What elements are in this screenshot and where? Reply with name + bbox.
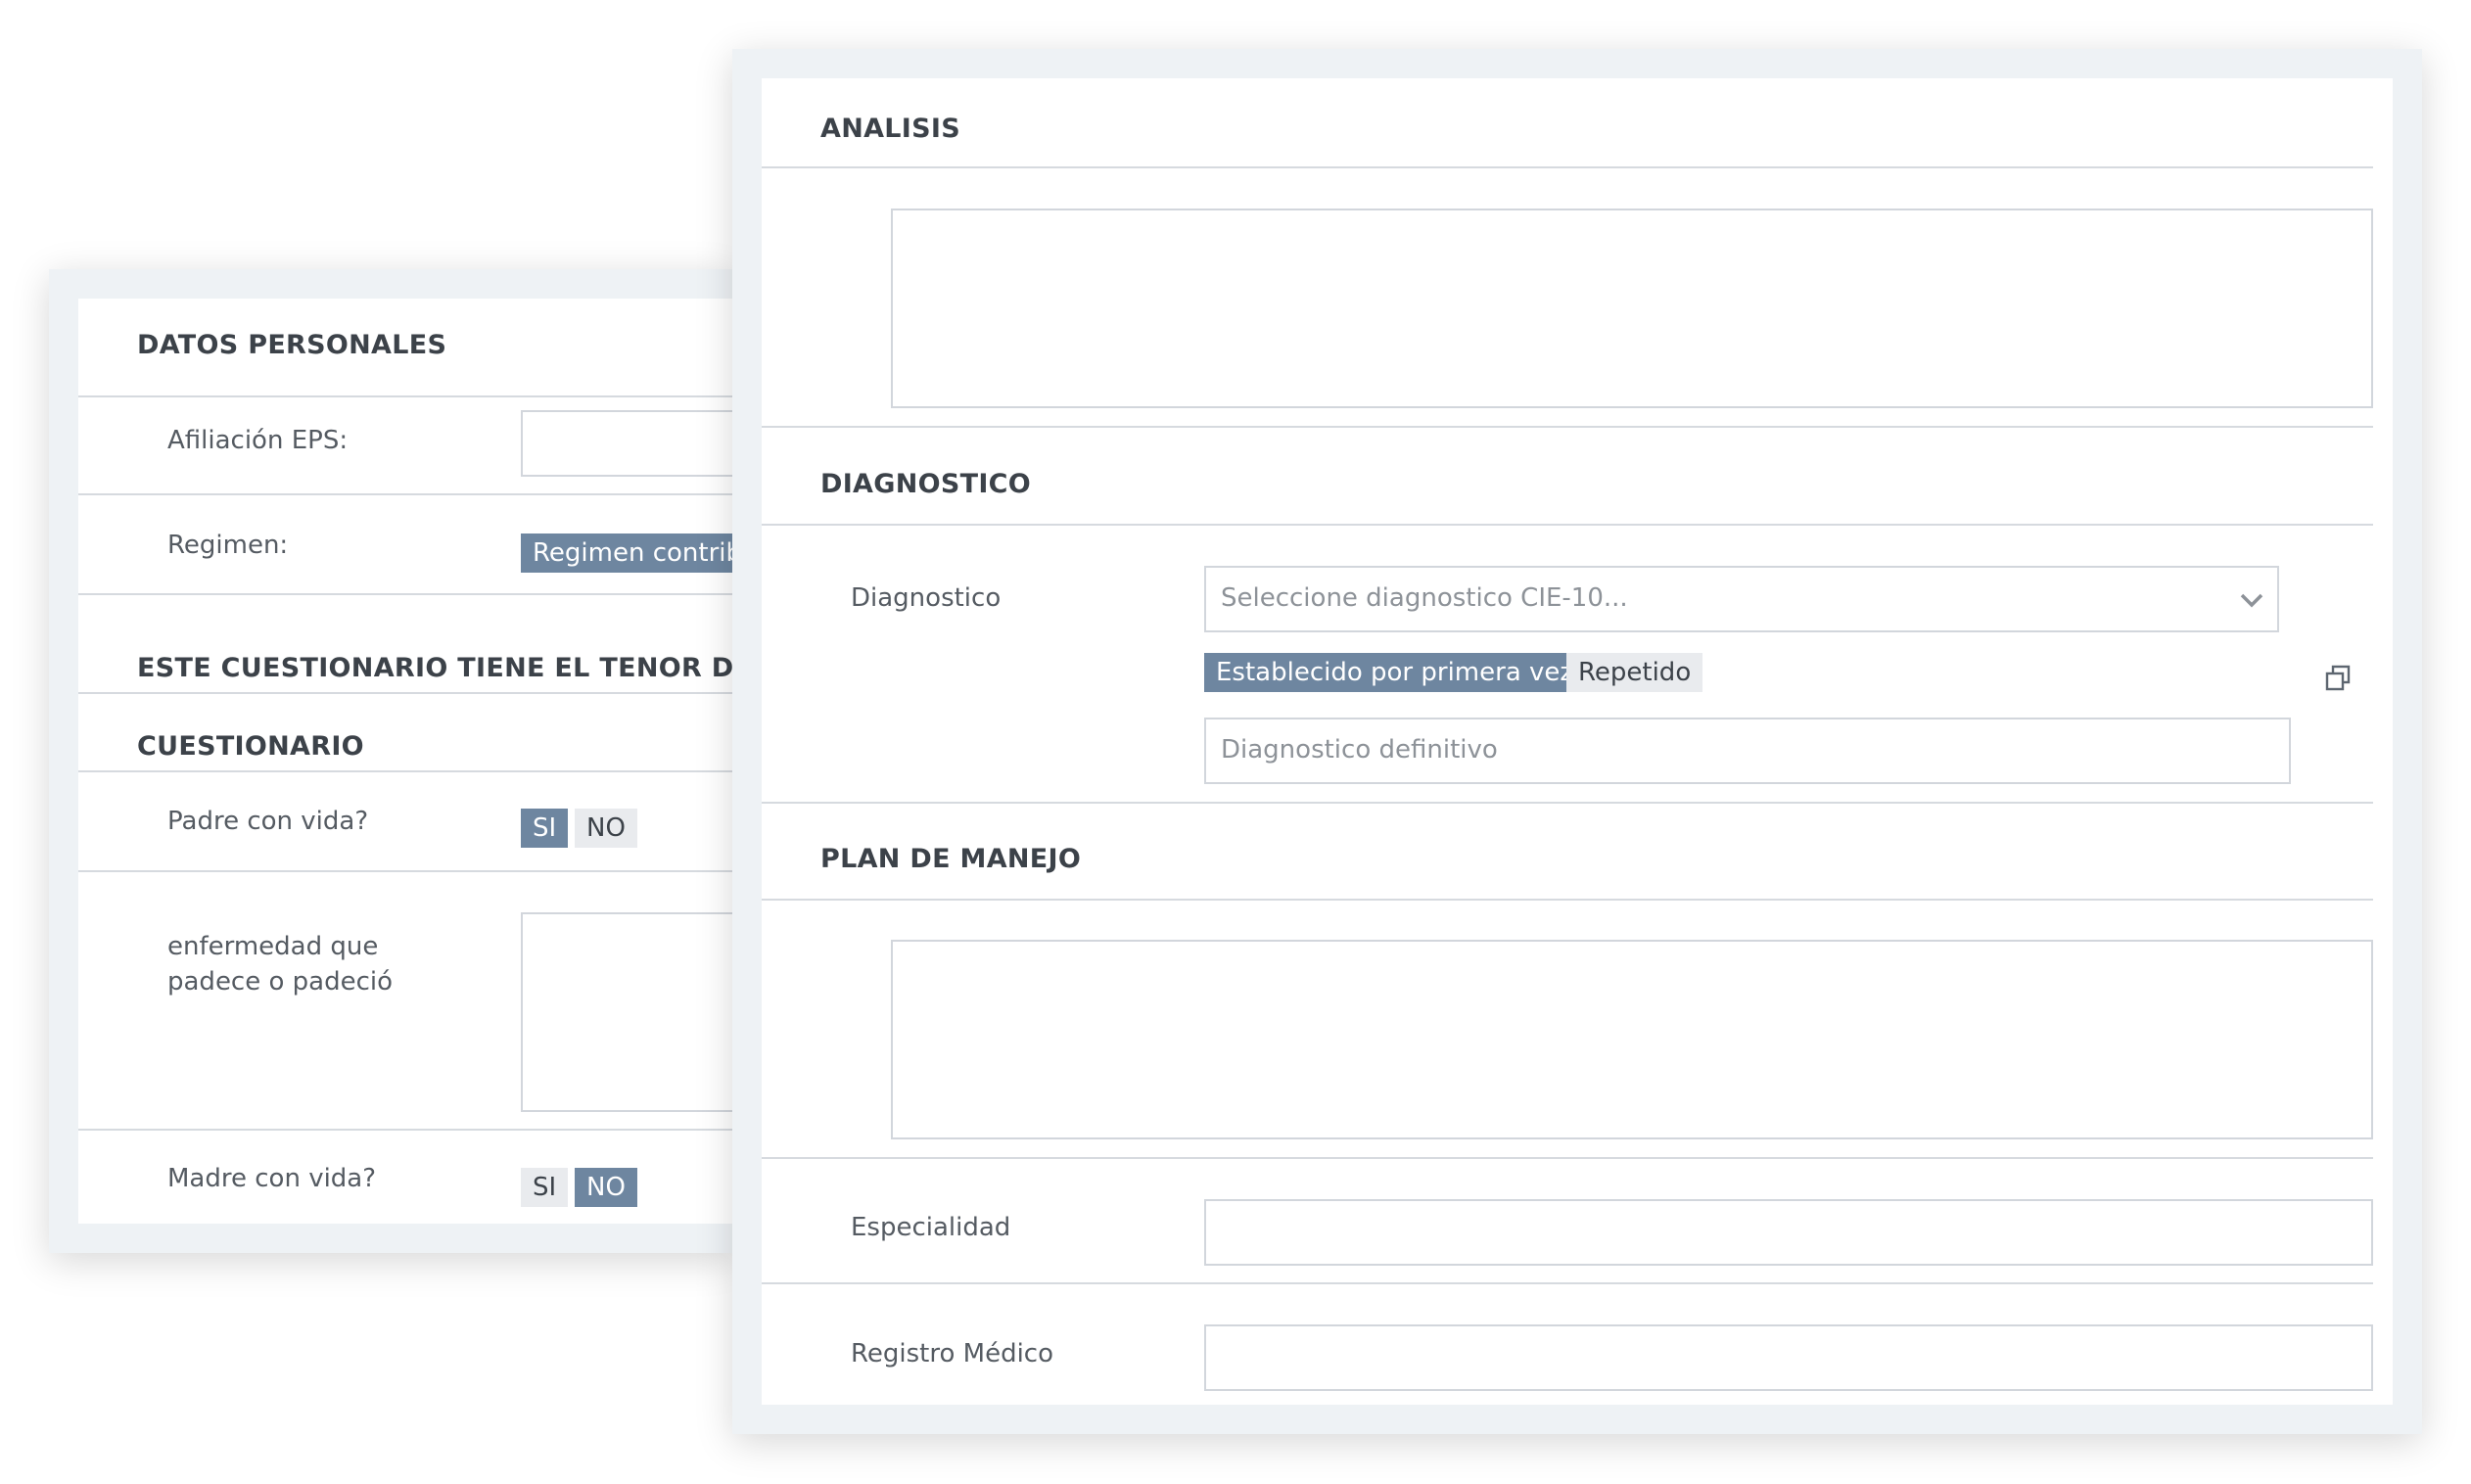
section-title-notice: ESTE CUESTIONARIO TIENE EL TENOR DE UN <box>137 653 754 683</box>
section-title-datos-personales: DATOS PERSONALES <box>137 330 447 360</box>
regimen-label: Regimen: <box>167 531 289 560</box>
enfermedad-label: enfermedad que padece o padeció <box>167 932 394 997</box>
front-form-body: ANALISIS DIAGNOSTICO Diagnostico Selecci… <box>762 78 2393 1405</box>
plan-de-manejo-textarea[interactable] <box>891 940 2373 1139</box>
divider <box>78 692 754 694</box>
diagnostico-select[interactable]: Seleccione diagnostico CIE-10... <box>1204 566 2279 632</box>
divider <box>78 493 754 495</box>
afiliacion-eps-label: Afiliación EPS: <box>167 426 349 455</box>
madre-no-option[interactable]: NO <box>575 1168 637 1207</box>
diagnostico-definitivo-input[interactable]: Diagnostico definitivo <box>1204 718 2291 784</box>
divider <box>762 166 2373 168</box>
section-title-analisis: ANALISIS <box>820 114 960 144</box>
regimen-selected-option[interactable]: Regimen contrib <box>521 533 754 573</box>
divider <box>78 395 754 397</box>
enfermedad-textarea[interactable] <box>521 912 754 1112</box>
popout-window-icon[interactable] <box>2324 664 2354 693</box>
back-form-panel: DATOS PERSONALES Afiliación EPS: Regimen… <box>49 269 754 1253</box>
divider <box>762 899 2373 901</box>
divider <box>78 1129 754 1131</box>
section-title-diagnostico: DIAGNOSTICO <box>820 469 1032 499</box>
padre-con-vida-label: Padre con vida? <box>167 807 369 836</box>
divider <box>762 524 2373 526</box>
padre-no-option[interactable]: NO <box>575 809 637 848</box>
divider <box>78 870 754 872</box>
divider <box>762 1157 2373 1159</box>
section-title-cuestionario: CUESTIONARIO <box>137 731 364 762</box>
registro-medico-input[interactable] <box>1204 1324 2373 1391</box>
divider <box>78 770 754 772</box>
analisis-textarea[interactable] <box>891 209 2373 408</box>
diagnostico-label: Diagnostico <box>851 583 1002 613</box>
afiliacion-eps-input[interactable] <box>521 410 754 477</box>
madre-con-vida-label: Madre con vida? <box>167 1164 377 1193</box>
divider <box>762 1282 2373 1284</box>
diagnostico-status-repetido[interactable]: Repetido <box>1566 653 1703 692</box>
padre-si-option[interactable]: SI <box>521 809 569 848</box>
back-form-body: DATOS PERSONALES Afiliación EPS: Regimen… <box>78 299 754 1224</box>
divider <box>78 593 754 595</box>
madre-si-option[interactable]: SI <box>521 1168 569 1207</box>
section-title-plan-de-manejo: PLAN DE MANEJO <box>820 844 1082 874</box>
especialidad-input[interactable] <box>1204 1199 2373 1266</box>
diagnostico-status-primera-vez[interactable]: Establecido por primera vez <box>1204 653 1586 692</box>
chevron-down-icon[interactable] <box>2238 589 2265 611</box>
registro-medico-label: Registro Médico <box>851 1339 1054 1368</box>
front-form-panel: ANALISIS DIAGNOSTICO Diagnostico Selecci… <box>732 49 2422 1434</box>
divider <box>762 426 2373 428</box>
diagnostico-select-placeholder: Seleccione diagnostico CIE-10... <box>1221 583 1628 613</box>
divider <box>762 802 2373 804</box>
diagnostico-definitivo-placeholder: Diagnostico definitivo <box>1221 735 1498 765</box>
especialidad-label: Especialidad <box>851 1213 1011 1242</box>
